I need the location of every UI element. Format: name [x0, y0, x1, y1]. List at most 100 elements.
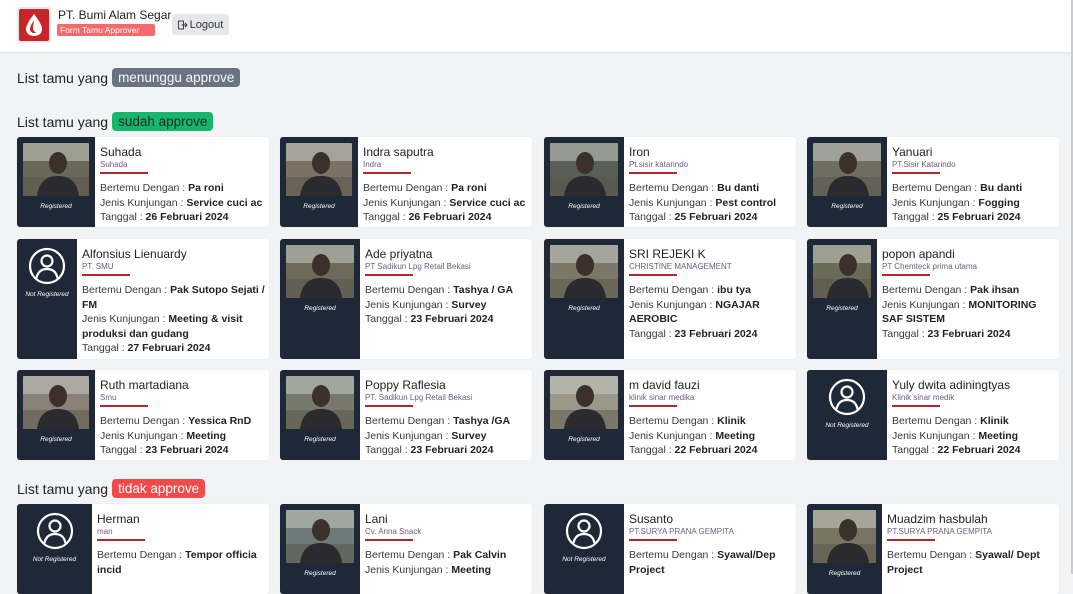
visit-date: Tanggal : 23 Februari 2024 [100, 444, 229, 456]
logout-button[interactable]: Logout [172, 14, 229, 35]
approved-guest-card[interactable]: Registered Ade priyatna PT Sadikun Lpg Ret… [280, 239, 532, 359]
divider [892, 405, 940, 407]
approved-guest-card[interactable]: Registered SRI REJEKI K CHRISTINE MANAGEME… [544, 239, 796, 359]
divider [365, 539, 413, 541]
guest-info: Herman man Bertemu Dengan : Tempor officia… [97, 513, 265, 577]
visit-date: Tanggal : 26 Februari 2024 [100, 211, 229, 223]
approved-guest-card[interactable]: Registered Indra saputra Indra Bertemu Deng… [280, 137, 532, 227]
guest-photo [813, 510, 876, 563]
visit-type: Jenis Kunjungan : Meeting & visit produk… [82, 313, 243, 340]
meet-with: Bertemu Dengan : Pa roni [363, 182, 487, 194]
guest-company: PT Chemteck prima utama [882, 262, 977, 271]
meet-with: Bertemu Dengan : Klinik [629, 415, 746, 427]
approved-guest-card[interactable]: Not Registered Alfonsius Lienuardy PT. SMU… [17, 239, 269, 359]
visit-date: Tanggal : 23 Februari 2024 [882, 327, 1011, 340]
registration-status: Registered [568, 305, 600, 312]
rejected-guest-card[interactable]: Not Registered Herman man Bertemu Dengan : … [17, 504, 269, 594]
approved-guest-card[interactable]: Registered Ruth martadiana Smu Bertemu Deng… [17, 370, 269, 460]
guest-company: Cv. Anna Snack [365, 527, 422, 536]
meet-with: Bertemu Dengan : Pak ihsan [882, 284, 1020, 296]
guest-company: klinik sinar medika [629, 393, 695, 402]
divider [629, 274, 677, 276]
guest-photo-panel: Not Registered [807, 370, 887, 460]
guest-name: Lani [365, 512, 388, 526]
guest-company: Smu [100, 393, 117, 402]
visit-type: Jenis Kunjungan : Survey [365, 298, 487, 311]
divider [100, 172, 148, 174]
pending-badge: menunggu approve [112, 68, 241, 87]
approved-guest-card[interactable]: Registered Yanuari PT.Sisir Katarindo Berte… [807, 137, 1059, 227]
meet-with: Bertemu Dengan : Bu danti [629, 182, 760, 194]
guest-company: PT Sadikun Lpg Retail Bekasi [365, 262, 471, 271]
visit-date: Tanggal : 22 Februari 2024 [892, 444, 1021, 456]
user-avatar-icon [27, 246, 67, 291]
approved-guest-card[interactable]: Registered popon apandi PT Chemteck prima … [807, 239, 1059, 359]
visit-date: Tanggal : 23 Februari 2024 [365, 313, 494, 325]
role-badge: Form Tamu Approver [57, 24, 156, 36]
guest-name: Alfonsius Lienuardy [82, 247, 187, 261]
guest-photo [23, 143, 89, 196]
rejected-guest-card[interactable]: Registered Lani Cv. Anna Snack Bertemu Deng… [280, 504, 532, 594]
visit-type: Jenis Kunjungan : Service cuci ac [363, 196, 526, 209]
guest-name: Indra saputra [363, 145, 434, 159]
approved-guest-card[interactable]: Registered m david fauzi klinik sinar medi… [544, 370, 796, 460]
meet-with: Bertemu Dengan : Syawal/ Dept Project [887, 549, 1040, 576]
guest-company: PT.SURYA PRANA GEMPITA [629, 527, 734, 536]
guest-company: man [97, 527, 113, 536]
divider [882, 274, 930, 276]
guest-info: Suhada Suhada Bertemu Dengan : Pa roni Jeni… [100, 146, 265, 225]
guest-info: Indra saputra Indra Bertemu Dengan : Pa ro… [363, 146, 528, 225]
divider [365, 405, 413, 407]
guest-photo-panel: Not Registered [17, 504, 92, 594]
visit-date: Tanggal : 27 Februari 2024 [82, 342, 211, 354]
guest-photo [286, 510, 354, 563]
divider [97, 539, 145, 541]
approved-guest-card[interactable]: Registered Suhada Suhada Bertemu Dengan : P… [17, 137, 269, 227]
guest-photo-panel: Registered [17, 370, 95, 460]
pending-prefix: List tamu yang [17, 69, 109, 86]
company-name: PT. Bumi Alam Segar [58, 8, 172, 22]
guest-info: popon apandi PT Chemteck prima utama Berte… [882, 248, 1055, 341]
approved-section-title: List tamu yang sudah approve [17, 112, 214, 131]
guest-photo-panel: Registered [280, 137, 358, 227]
approved-guest-card[interactable]: Not Registered Yuly dwita adiningtyas Klin… [807, 370, 1059, 460]
registration-status: Registered [831, 203, 863, 210]
logout-icon [177, 20, 188, 29]
rejected-guest-card[interactable]: Not Registered Susanto PT.SURYA PRANA GEMP… [544, 504, 796, 594]
guest-name: Suhada [100, 145, 142, 159]
rejected-guest-card[interactable]: Registered Muadzim hasbulah PT.SURYA PRANA… [807, 504, 1059, 594]
drop-logo-icon [26, 14, 42, 36]
guest-photo [550, 143, 618, 196]
guest-photo-panel: Registered [544, 239, 624, 359]
rejected-section-title: List tamu yang tidak approve [17, 479, 206, 498]
company-logo [17, 7, 51, 43]
approved-guest-card[interactable]: Registered Poppy Raflesia PT. Sadikun Lpg … [280, 370, 532, 460]
guest-photo [550, 245, 618, 298]
rejected-prefix: List tamu yang [17, 480, 109, 497]
meet-with: Bertemu Dengan : Tashya /GA [365, 415, 511, 427]
guest-info: Muadzim hasbulah PT.SURYA PRANA GEMPITA Be… [887, 513, 1055, 577]
visit-type: Jenis Kunjungan : Meeting [100, 429, 227, 442]
registration-status: Not Registered [825, 422, 869, 429]
visit-date: Tanggal : 23 Februari 2024 [365, 444, 494, 456]
guest-company: CHRISTINE MANAGEMENT [629, 262, 732, 271]
guest-photo-panel: Registered [544, 137, 624, 227]
divider [887, 539, 935, 541]
guest-info: Poppy Raflesia PT. Sadikun Lpg Retail Bek… [365, 379, 528, 458]
guest-photo-panel: Registered [280, 370, 360, 460]
divider [892, 172, 940, 174]
guest-photo-panel: Not Registered [17, 239, 77, 359]
guest-company: Klinik sinar medik [892, 393, 955, 402]
registration-status: Not Registered [25, 291, 69, 298]
guest-name: popon apandi [882, 247, 955, 261]
guest-company: Indra [363, 160, 382, 169]
guest-photo-panel: Registered [544, 370, 624, 460]
guest-info: Iron Pt.sisir katarindo Bertemu Dengan : B… [629, 146, 792, 225]
guest-company: Pt.sisir katarindo [629, 160, 689, 169]
guest-photo-panel: Registered [807, 137, 887, 227]
approved-guest-card[interactable]: Registered Iron Pt.sisir katarindo Bertemu … [544, 137, 796, 227]
rejected-badge: tidak approve [112, 479, 206, 498]
meet-with: Bertemu Dengan : ibu tya [629, 284, 751, 296]
visit-date: Tanggal : 25 Februari 2024 [629, 211, 758, 223]
guest-company: Suhada [100, 160, 128, 169]
